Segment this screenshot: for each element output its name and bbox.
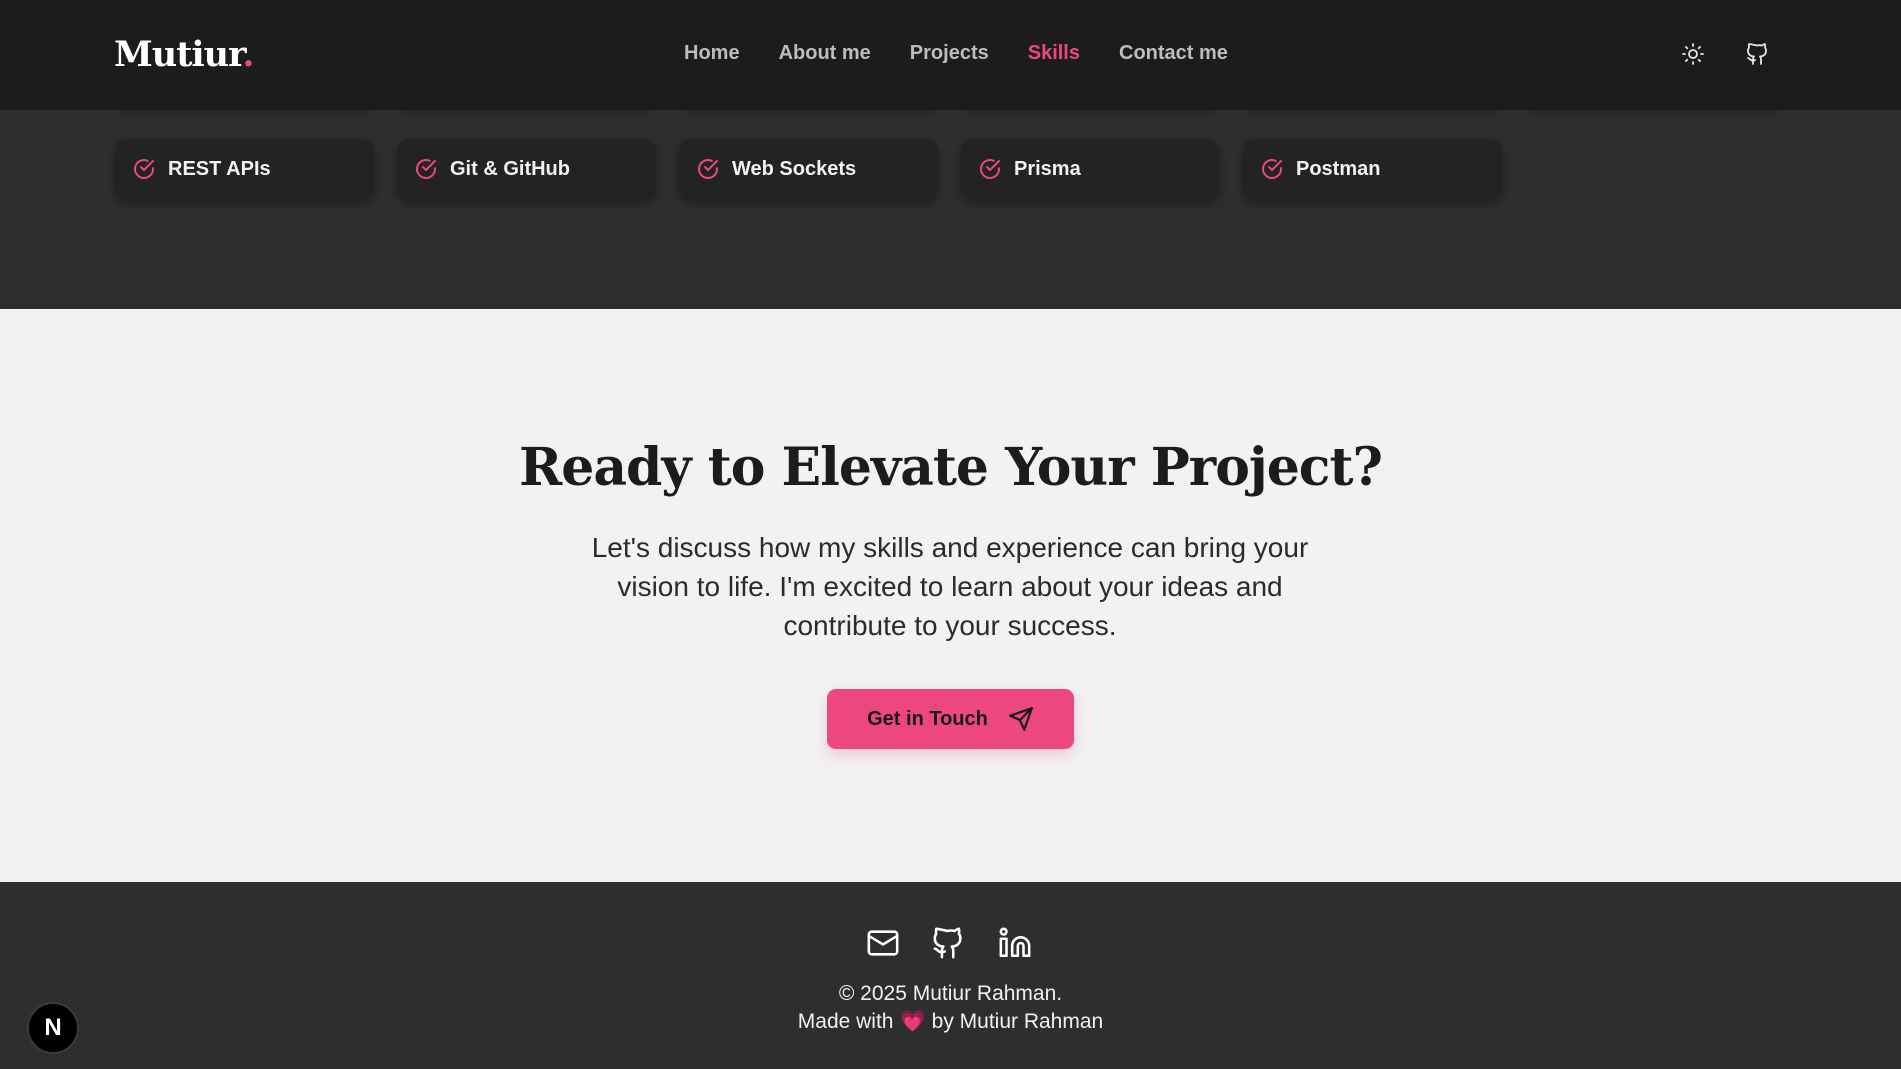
github-icon[interactable] xyxy=(1746,42,1770,66)
heart-icon: 💗 xyxy=(899,1010,926,1033)
skill-card: Prisma xyxy=(961,139,1220,199)
social-links xyxy=(866,926,1032,960)
check-circle-icon xyxy=(980,159,1000,179)
mail-icon xyxy=(867,930,899,956)
skill-card: REST APIs xyxy=(115,139,374,199)
made-with-text: Made with 💗 by Mutiur Rahman xyxy=(0,1010,1901,1034)
linkedin-icon xyxy=(999,927,1031,958)
skill-label: REST APIs xyxy=(168,157,271,180)
check-circle-icon xyxy=(1262,159,1282,179)
github-link[interactable] xyxy=(932,926,966,960)
site-logo[interactable]: Mutiur. xyxy=(114,34,255,75)
linkedin-link[interactable] xyxy=(998,926,1032,960)
copyright-text: © 2025 Mutiur Rahman. xyxy=(838,982,1063,1005)
skills-row: REST APIs Git & GitHub Web Sockets Prism… xyxy=(115,139,1502,199)
skill-label: Prisma xyxy=(1014,157,1081,180)
cta-text: Let's discuss how my skills and experien… xyxy=(591,532,1309,641)
nav-home[interactable]: Home xyxy=(684,42,740,65)
nav-about-me[interactable]: About me xyxy=(779,42,871,65)
get-in-touch-button[interactable]: Get in Touch xyxy=(827,689,1074,749)
sun-icon[interactable] xyxy=(1681,42,1705,66)
made-suffix: by Mutiur Rahman xyxy=(931,1010,1104,1033)
nav-contact-me[interactable]: Contact me xyxy=(1119,42,1228,65)
skill-label: Postman xyxy=(1296,157,1381,180)
main-nav: Home About me Projects Skills Contact me xyxy=(684,42,1267,65)
nav-skills[interactable]: Skills xyxy=(1028,42,1080,65)
skill-card: Postman xyxy=(1243,139,1502,199)
skill-card: Git & GitHub xyxy=(397,139,656,199)
send-icon xyxy=(1008,707,1033,731)
button-label: Get in Touch xyxy=(867,707,988,730)
site-footer: © 2025 Mutiur Rahman. Made with 💗 by Mutiu… xyxy=(0,882,1901,1069)
nav-projects[interactable]: Projects xyxy=(910,42,989,65)
logo-text: Mutiur xyxy=(114,34,243,75)
logo-dot: . xyxy=(242,34,254,75)
check-circle-icon xyxy=(134,159,154,179)
github-icon xyxy=(933,927,962,959)
made-prefix: Made with xyxy=(797,1010,894,1033)
check-circle-icon xyxy=(416,159,436,179)
nextjs-dev-badge[interactable]: N xyxy=(27,1002,79,1054)
cta-section: Ready to Elevate Your Project? Let's dis… xyxy=(0,309,1901,882)
check-circle-icon xyxy=(698,159,718,179)
mail-link[interactable] xyxy=(866,926,900,960)
cta-title: Ready to Elevate Your Project? xyxy=(519,437,1383,498)
skill-card: Web Sockets xyxy=(679,139,938,199)
skill-label: Web Sockets xyxy=(732,157,857,180)
skill-label: Git & GitHub xyxy=(450,157,570,180)
site-header: Mutiur. Home About me Projects Skills Co… xyxy=(0,0,1901,110)
